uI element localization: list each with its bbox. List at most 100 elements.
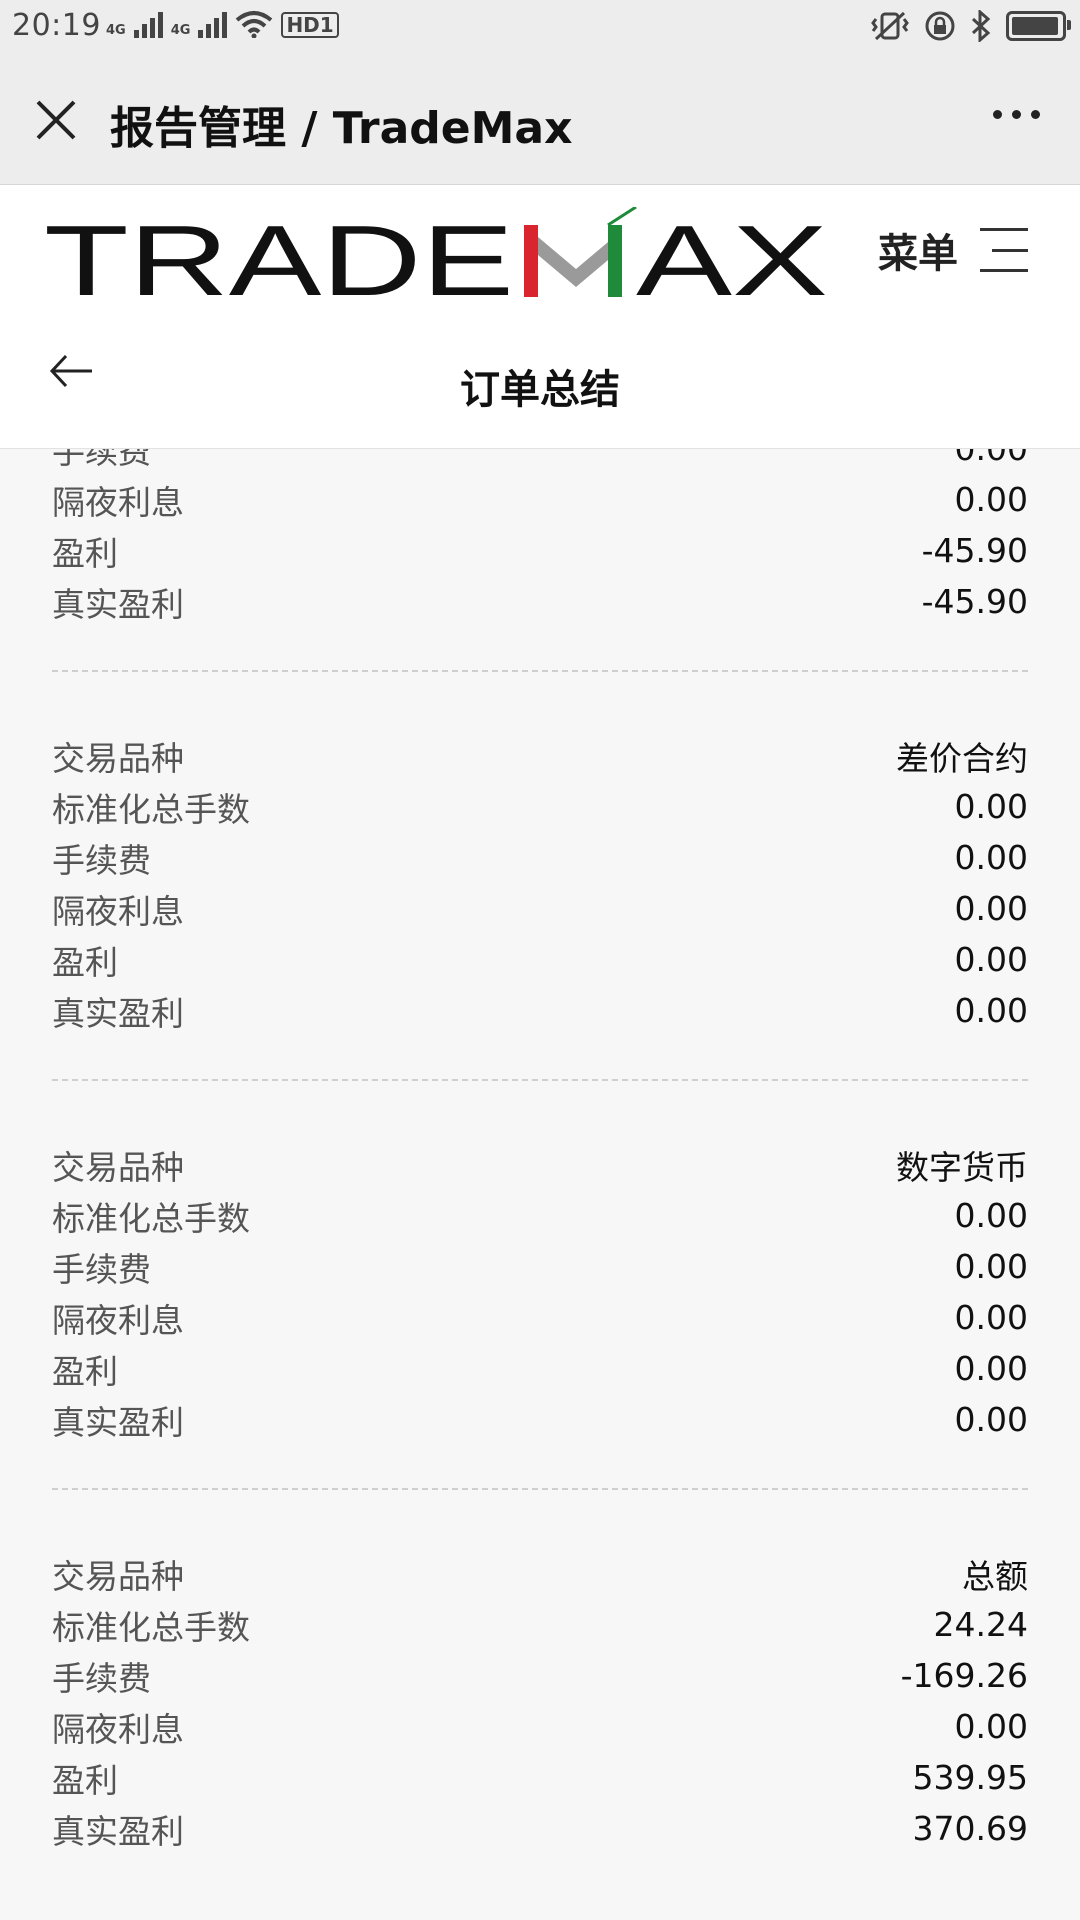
row-label: 标准化总手数 xyxy=(52,1607,250,1647)
status-left-icons: 4G 4G HD1 xyxy=(106,10,339,38)
webview-title: 报告管理 / TradeMax xyxy=(110,103,573,154)
summary-row: 手续费 0.00 xyxy=(52,1241,1028,1292)
row-value: 0.00 xyxy=(954,1247,1028,1286)
row-value: 0.00 xyxy=(954,1707,1028,1746)
summary-section-partial: 手续费 0.00 隔夜利息 0.00 盈利 -45.90 真实盈利 -45.90 xyxy=(52,449,1028,627)
summary-row: 交易品种 差价合约 xyxy=(52,730,1028,781)
menu-button[interactable]: 菜单 xyxy=(878,221,1028,279)
summary-row: 盈利 -45.90 xyxy=(52,525,1028,576)
summary-row: 真实盈利 370.69 xyxy=(52,1803,1028,1854)
row-label: 标准化总手数 xyxy=(52,1198,250,1238)
summary-row: 盈利 539.95 xyxy=(52,1752,1028,1803)
status-bar: 20:19 4G 4G HD1 xyxy=(0,0,1080,56)
menu-label: 菜单 xyxy=(878,231,958,277)
row-value: 数字货币 xyxy=(896,1147,1028,1187)
summary-row: 盈利 0.00 xyxy=(52,1343,1028,1394)
more-dot-icon xyxy=(993,110,1002,119)
row-value: 0.00 xyxy=(954,991,1028,1030)
row-label: 盈利 xyxy=(52,533,118,573)
row-label: 隔夜利息 xyxy=(52,891,184,931)
row-label: 真实盈利 xyxy=(52,1402,184,1442)
row-label: 真实盈利 xyxy=(52,584,184,624)
row-label: 交易品种 xyxy=(52,1556,184,1596)
row-value: 差价合约 xyxy=(896,738,1028,778)
row-label: 交易品种 xyxy=(52,738,184,778)
row-label: 真实盈利 xyxy=(52,993,184,1033)
dashed-divider xyxy=(52,1488,1028,1490)
summary-section-total: 交易品种 总额 标准化总手数 24.24 手续费 -169.26 隔夜利息 0.00 盈… xyxy=(52,1548,1028,1854)
battery-icon xyxy=(1006,11,1071,41)
svg-text:AX: AX xyxy=(636,207,828,307)
row-value: 0.00 xyxy=(954,940,1028,979)
site-header: TRADE AX 菜单 订单总结 xyxy=(0,185,1080,449)
row-value: -45.90 xyxy=(921,582,1028,621)
row-value: 0.00 xyxy=(954,1349,1028,1388)
webview-title-bar: 报告管理 / TradeMax xyxy=(0,56,1080,185)
summary-row: 交易品种 总额 xyxy=(52,1548,1028,1599)
vibrate-icon xyxy=(871,11,909,41)
row-value: 24.24 xyxy=(933,1605,1028,1644)
summary-row: 隔夜利息 0.00 xyxy=(52,1292,1028,1343)
hamburger-icon xyxy=(980,228,1028,272)
row-value: 0.00 xyxy=(955,449,1028,468)
row-value: 0.00 xyxy=(954,889,1028,928)
row-label: 手续费 xyxy=(52,1658,151,1698)
dashed-divider xyxy=(52,670,1028,672)
summary-row: 交易品种 数字货币 xyxy=(52,1139,1028,1190)
hd-icon: HD1 xyxy=(281,12,339,38)
status-right-icons xyxy=(870,10,1071,42)
row-label: 盈利 xyxy=(52,1760,118,1800)
row-value: 370.69 xyxy=(912,1809,1028,1848)
row-value: 0.00 xyxy=(954,1400,1028,1439)
summary-section-crypto: 交易品种 数字货币 标准化总手数 0.00 手续费 0.00 隔夜利息 0.00 盈利 0… xyxy=(52,1139,1028,1445)
trademax-logo[interactable]: TRADE AX xyxy=(44,207,828,307)
summary-section-cfd: 交易品种 差价合约 标准化总手数 0.00 手续费 0.00 隔夜利息 0.00 盈利 0… xyxy=(52,730,1028,1036)
summary-row: 手续费 0.00 xyxy=(52,449,1028,474)
row-label: 交易品种 xyxy=(52,1147,184,1187)
row-label: 手续费 xyxy=(52,449,151,471)
row-label: 手续费 xyxy=(52,1249,151,1289)
signal-icon xyxy=(133,12,163,38)
summary-row: 隔夜利息 0.00 xyxy=(52,1701,1028,1752)
row-label: 真实盈利 xyxy=(52,1811,184,1851)
status-time: 20:19 xyxy=(12,8,101,43)
signal-icon-2 xyxy=(198,12,228,38)
summary-row: 标准化总手数 0.00 xyxy=(52,781,1028,832)
row-label: 标准化总手数 xyxy=(52,789,250,829)
summary-row: 盈利 0.00 xyxy=(52,934,1028,985)
row-value: 总额 xyxy=(962,1556,1028,1596)
summary-row: 隔夜利息 0.00 xyxy=(52,883,1028,934)
summary-row: 标准化总手数 24.24 xyxy=(52,1599,1028,1650)
network-type-1: 4G xyxy=(106,23,126,38)
page-title: 订单总结 xyxy=(460,367,620,413)
lock-rotation-icon xyxy=(925,11,955,41)
network-type-2: 4G xyxy=(170,23,191,38)
summary-row: 真实盈利 -45.90 xyxy=(52,576,1028,627)
wifi-icon xyxy=(236,11,273,38)
row-label: 隔夜利息 xyxy=(52,1709,184,1749)
summary-row: 真实盈利 0.00 xyxy=(52,985,1028,1036)
row-value: 0.00 xyxy=(954,1298,1028,1337)
row-label: 盈利 xyxy=(52,942,118,982)
row-label: 盈利 xyxy=(52,1351,118,1391)
more-dot-icon xyxy=(1031,110,1040,119)
svg-text:TRADE: TRADE xyxy=(44,207,514,307)
close-icon[interactable] xyxy=(30,94,82,146)
dashed-divider xyxy=(52,1079,1028,1081)
summary-row: 手续费 0.00 xyxy=(52,832,1028,883)
row-label: 隔夜利息 xyxy=(52,482,184,522)
more-options-button[interactable] xyxy=(993,110,1040,119)
summary-row: 真实盈利 0.00 xyxy=(52,1394,1028,1445)
row-value: 0.00 xyxy=(954,480,1028,519)
row-value: 0.00 xyxy=(954,838,1028,877)
row-label: 隔夜利息 xyxy=(52,1300,184,1340)
row-label: 手续费 xyxy=(52,840,151,880)
summary-list: 手续费 0.00 隔夜利息 0.00 盈利 -45.90 真实盈利 -45.90… xyxy=(52,449,1028,1854)
summary-row: 手续费 -169.26 xyxy=(52,1650,1028,1701)
order-summary-content: 手续费 0.00 隔夜利息 0.00 盈利 -45.90 真实盈利 -45.90… xyxy=(0,449,1080,1920)
row-value: 0.00 xyxy=(954,1196,1028,1235)
bluetooth-icon xyxy=(971,10,991,42)
row-value: -169.26 xyxy=(900,1656,1028,1695)
summary-row: 隔夜利息 0.00 xyxy=(52,474,1028,525)
row-value: -45.90 xyxy=(921,531,1028,570)
